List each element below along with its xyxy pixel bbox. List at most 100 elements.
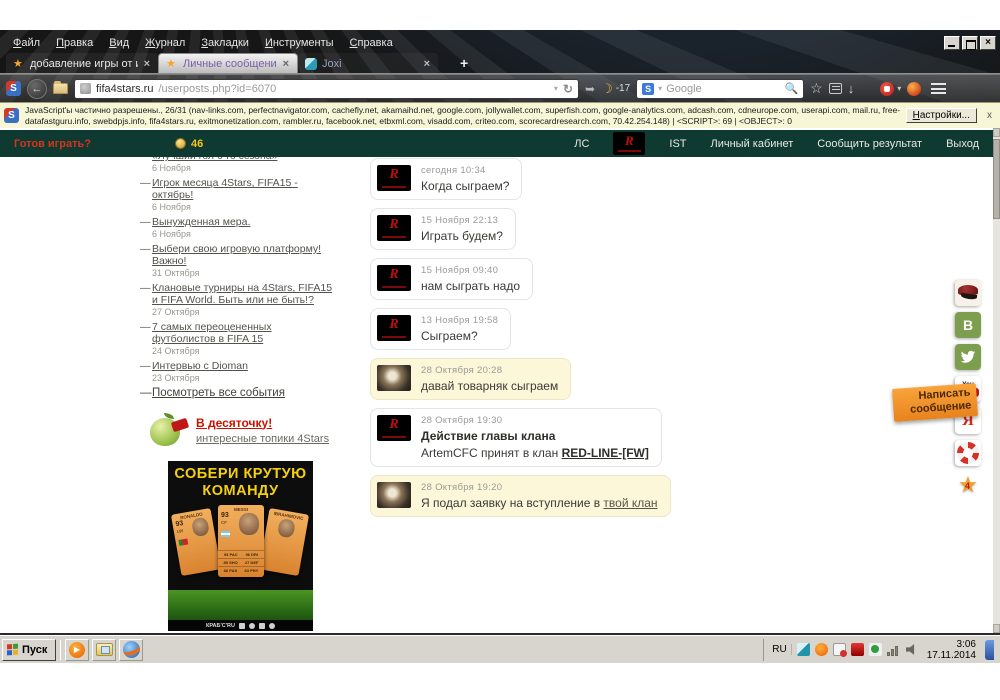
antivirus-tray-icon[interactable] xyxy=(851,643,864,656)
star4-icon[interactable]: ★4 xyxy=(955,472,981,498)
nav-logout[interactable]: Выход xyxy=(946,138,979,150)
back-button[interactable]: ← xyxy=(27,79,47,99)
red-line-clan-avatar[interactable]: R xyxy=(377,315,411,341)
red-line-clan-avatar[interactable]: R xyxy=(377,165,411,191)
message-bubble[interactable]: R 15 Ноября 22:13 Играть будем? xyxy=(370,208,516,250)
message-bubble[interactable]: R сегодня 10:34 Когда сыграем? xyxy=(370,158,522,200)
menu-hamburger-icon[interactable] xyxy=(931,83,946,94)
blocked-doc-tray-icon[interactable] xyxy=(833,643,846,656)
clan-link[interactable]: RED-LINE-[FW] xyxy=(562,446,649,460)
menu-view[interactable]: Вид xyxy=(102,35,136,51)
adblock-dropdown-icon[interactable]: ▾ xyxy=(897,84,901,93)
search-box[interactable]: S ▾ Google 🔍 xyxy=(636,79,804,99)
tab-add-game[interactable]: ★ добавление игры от игрока... × xyxy=(6,53,158,74)
news-link[interactable]: Клановые турниры на 4Stars, FIFA15 и FIF… xyxy=(140,282,336,306)
menu-history[interactable]: Журнал xyxy=(138,35,192,51)
news-link[interactable]: Игрок месяца 4Stars, FIFA15 - октябрь! xyxy=(140,177,336,201)
news-link[interactable]: Интервью с Dioman xyxy=(140,360,336,372)
network-signal-icon[interactable] xyxy=(887,644,901,656)
folder-icon[interactable] xyxy=(53,83,68,94)
message-bubble-system[interactable]: R 28 Октября 19:30 Действие главы клана … xyxy=(370,408,662,467)
vk-icon[interactable]: B xyxy=(955,312,981,338)
urlbar-dropdown-icon[interactable]: ▾ xyxy=(554,84,558,93)
nav-private-messages[interactable]: ЛС xyxy=(574,138,589,150)
adblock-icon[interactable] xyxy=(880,82,894,96)
start-button[interactable]: Пуск xyxy=(2,639,56,661)
firefox-quicklaunch[interactable] xyxy=(119,639,143,661)
red-line-clan-avatar[interactable]: R xyxy=(377,215,411,241)
taskbar-clock[interactable]: 3:06 17.11.2014 xyxy=(923,639,980,661)
restore-button[interactable] xyxy=(962,36,978,50)
moon-extension-icon[interactable]: ☽ xyxy=(601,81,613,97)
message-bubble-own[interactable]: 28 Октября 20:28 давай товарняк сыграем xyxy=(370,358,571,400)
ad-banner[interactable]: СОБЕРИ КРУТУЮ КОМАНДУ RONALDO 93 LW IBRA… xyxy=(168,461,313,631)
news-link[interactable]: 7 самых переоцененных футболистов в FIFA… xyxy=(140,321,336,345)
cap-icon[interactable] xyxy=(955,280,981,306)
write-message-ribbon[interactable]: Написать сообщение xyxy=(892,383,978,422)
digest-title-link[interactable]: В десяточку! xyxy=(196,416,329,430)
search-icon[interactable]: 🔍 xyxy=(784,82,798,95)
scroll-down-arrow[interactable] xyxy=(993,624,1000,633)
news-link[interactable]: Вынужденная мера. xyxy=(140,216,336,228)
search-engine-dropdown-icon[interactable]: ▾ xyxy=(658,84,662,93)
twitter-icon[interactable] xyxy=(955,344,981,370)
news-link[interactable]: Выбери свою игровую платформу! Важно! xyxy=(140,243,336,267)
message-title: Действие главы клана xyxy=(421,429,649,443)
quick-bookmark-icon[interactable]: ➥ xyxy=(585,82,595,96)
downloads-icon[interactable]: ↓ xyxy=(848,81,855,96)
message-bubble[interactable]: R 15 Ноября 09:40 нам сыграть надо xyxy=(370,258,533,300)
user-photo-avatar[interactable] xyxy=(377,365,411,391)
explorer-quicklaunch[interactable] xyxy=(92,639,116,661)
update-check-tray-icon[interactable] xyxy=(869,643,882,656)
menu-help[interactable]: Справка xyxy=(343,35,400,51)
bookmark-star-icon[interactable]: ☆ xyxy=(810,80,823,97)
red-line-clan-avatar[interactable]: R xyxy=(377,415,411,441)
taskbar-edge-icon[interactable] xyxy=(985,640,994,660)
orange-tray-icon[interactable] xyxy=(815,643,828,656)
clan-logo[interactable]: R xyxy=(613,132,645,155)
tab-joxi[interactable]: Joxi × xyxy=(298,53,438,74)
joxi-tray-icon[interactable] xyxy=(797,643,810,656)
user-photo-avatar[interactable] xyxy=(377,482,411,508)
site-identity-icon[interactable] xyxy=(80,83,91,94)
ready-to-play-link[interactable]: Готов играть? xyxy=(14,138,91,150)
fox-extension-icon[interactable] xyxy=(907,82,921,96)
minimize-button[interactable] xyxy=(944,36,960,50)
vertical-scrollbar[interactable] xyxy=(993,128,1000,633)
lifebuoy-icon[interactable] xyxy=(955,440,981,466)
new-tab-button[interactable]: + xyxy=(452,55,476,74)
tab-private-messages-active[interactable]: ★ Личные сообщения IST. FIF × xyxy=(158,53,298,74)
scrollbar-thumb[interactable] xyxy=(993,139,1000,219)
tab-bar: ★ добавление игры от игрока... × ★ Личны… xyxy=(0,52,1000,74)
nav-personal-cabinet[interactable]: Личный кабинет xyxy=(711,138,794,150)
menu-file[interactable]: Файл xyxy=(6,35,47,51)
search-engine-icon[interactable]: S xyxy=(642,83,654,95)
bookmarks-list-icon[interactable] xyxy=(829,83,842,94)
scroll-up-arrow[interactable] xyxy=(993,128,1000,137)
media-player-quicklaunch[interactable]: ▶ xyxy=(65,639,89,661)
close-notification-icon[interactable]: x xyxy=(983,110,996,121)
menu-bookmarks[interactable]: Закладки xyxy=(194,35,256,51)
view-all-events-link[interactable]: Посмотреть все события xyxy=(140,387,336,399)
red-line-clan-avatar[interactable]: R xyxy=(377,265,411,291)
close-tab-icon[interactable]: × xyxy=(143,58,151,70)
message-bubble-own[interactable]: 28 Октября 19:20 Я подал заявку на вступ… xyxy=(370,475,671,517)
close-window-button[interactable]: × xyxy=(980,36,996,50)
firefox-window: Файл Правка Вид Журнал Закладки Инструме… xyxy=(0,30,1000,633)
nav-report-result[interactable]: Сообщить результат xyxy=(817,138,922,150)
close-tab-icon[interactable]: × xyxy=(423,58,431,70)
nav-ist[interactable]: IST xyxy=(669,138,686,150)
noscript-settings-button[interactable]: Настройки... xyxy=(906,108,977,123)
digest-subtitle-link[interactable]: интересные топики 4Stars xyxy=(196,433,329,445)
menu-tools[interactable]: Инструменты xyxy=(258,35,341,51)
close-tab-icon[interactable]: × xyxy=(282,58,290,70)
language-indicator[interactable]: RU xyxy=(772,644,791,655)
menu-edit[interactable]: Правка xyxy=(49,35,100,51)
system-tray: RU 3:06 17.11.2014 xyxy=(763,639,998,661)
volume-icon[interactable] xyxy=(906,644,918,656)
noscript-icon[interactable]: S xyxy=(6,81,21,96)
url-bar[interactable]: fifa4stars.ru /userposts.php?id=6070 ▾ ↻ xyxy=(74,79,579,99)
reload-icon[interactable]: ↻ xyxy=(563,82,573,96)
message-bubble[interactable]: R 13 Ноября 19:58 Сыграем? xyxy=(370,308,511,350)
your-clan-link[interactable]: твой клан xyxy=(603,496,657,510)
